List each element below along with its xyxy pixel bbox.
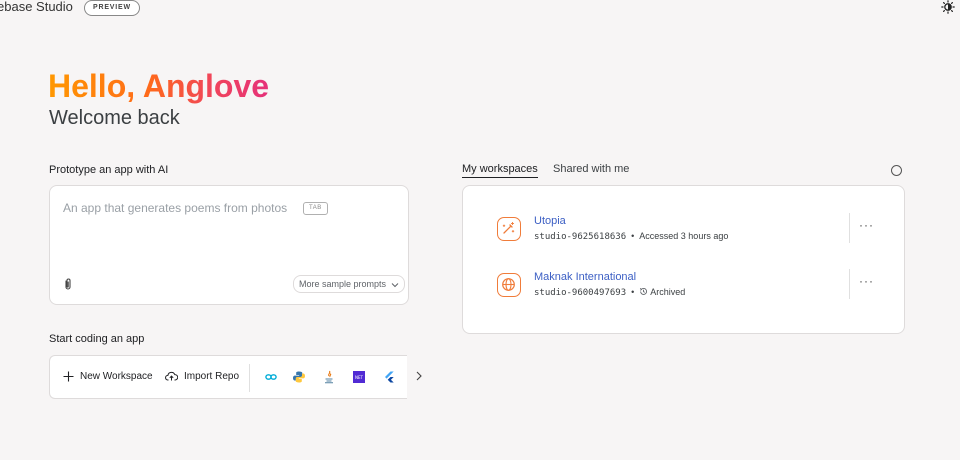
python-icon[interactable]: [292, 370, 306, 384]
workspace-icon-badge: [497, 217, 521, 241]
status-indicator: [891, 165, 902, 176]
tab-my-workspaces[interactable]: My workspaces: [462, 162, 538, 178]
more-options-button[interactable]: ···: [859, 219, 874, 231]
import-repo-button[interactable]: Import Repo: [165, 370, 239, 384]
start-coding-toolbar: New Workspace Import Repo NET: [49, 355, 407, 399]
more-sample-prompts-button[interactable]: More sample prompts: [293, 275, 405, 293]
prompt-input[interactable]: An app that generates poems from photos …: [49, 185, 409, 305]
workspace-status: Archived: [650, 287, 686, 297]
new-workspace-label: New Workspace: [80, 371, 153, 382]
meta-separator: •: [631, 231, 635, 241]
start-coding-label: Start coding an app: [49, 333, 145, 345]
dotnet-icon[interactable]: NET: [352, 370, 366, 384]
cloud-upload-icon: [165, 372, 178, 381]
prompt-placeholder: An app that generates poems from photos: [63, 201, 288, 215]
workspace-name[interactable]: Maknak International: [534, 270, 636, 284]
preview-badge: PREVIEW: [84, 0, 140, 16]
magic-wand-icon: [502, 222, 515, 234]
new-workspace-button[interactable]: New Workspace: [63, 370, 153, 384]
globe-icon: [502, 278, 515, 291]
prototype-label: Prototype an app with AI: [49, 164, 169, 176]
brightness-icon[interactable]: [941, 0, 955, 14]
toolbar-divider: [249, 364, 250, 392]
flutter-icon[interactable]: [382, 370, 396, 384]
greeting-heading: Hello, Anglove: [48, 68, 270, 104]
workspace-meta: studio-9600497693 • Archived: [534, 286, 685, 299]
plus-icon: [63, 371, 74, 382]
workspace-icon-badge: [497, 273, 521, 297]
more-options-button[interactable]: ···: [859, 275, 874, 287]
top-bar: ebase Studio PREVIEW: [0, 0, 960, 22]
paperclip-icon[interactable]: [62, 277, 74, 291]
svg-text:NET: NET: [355, 375, 364, 380]
workspaces-list: Utopia studio-9625618636 • Accessed 3 hour…: [462, 185, 905, 334]
workspace-status: Accessed 3 hours ago: [639, 231, 729, 241]
app-title[interactable]: ebase Studio: [0, 0, 73, 14]
import-repo-label: Import Repo: [184, 371, 240, 382]
tab-key-hint: TAB: [303, 202, 328, 215]
workspace-name[interactable]: Utopia: [534, 214, 566, 228]
history-icon: [640, 288, 648, 295]
meta-separator: •: [631, 287, 635, 297]
workspace-id: studio-9625618636: [534, 232, 627, 242]
workspace-row[interactable]: Maknak International studio-9600497693 • …: [463, 269, 904, 309]
welcome-subtitle: Welcome back: [49, 107, 180, 129]
java-icon[interactable]: [322, 370, 336, 384]
row-divider: [849, 269, 850, 299]
workspace-id: studio-9600497693: [534, 288, 627, 298]
tab-shared-with-me[interactable]: Shared with me: [553, 162, 629, 176]
workspace-row[interactable]: Utopia studio-9625618636 • Accessed 3 hour…: [463, 213, 904, 253]
row-divider: [849, 213, 850, 243]
chevron-down-icon: [391, 282, 398, 287]
workspace-meta: studio-9625618636 • Accessed 3 hours ago: [534, 230, 728, 243]
go-icon[interactable]: [264, 370, 278, 384]
chevron-right-icon[interactable]: [414, 370, 424, 382]
sample-prompts-label: More sample prompts: [299, 279, 387, 289]
